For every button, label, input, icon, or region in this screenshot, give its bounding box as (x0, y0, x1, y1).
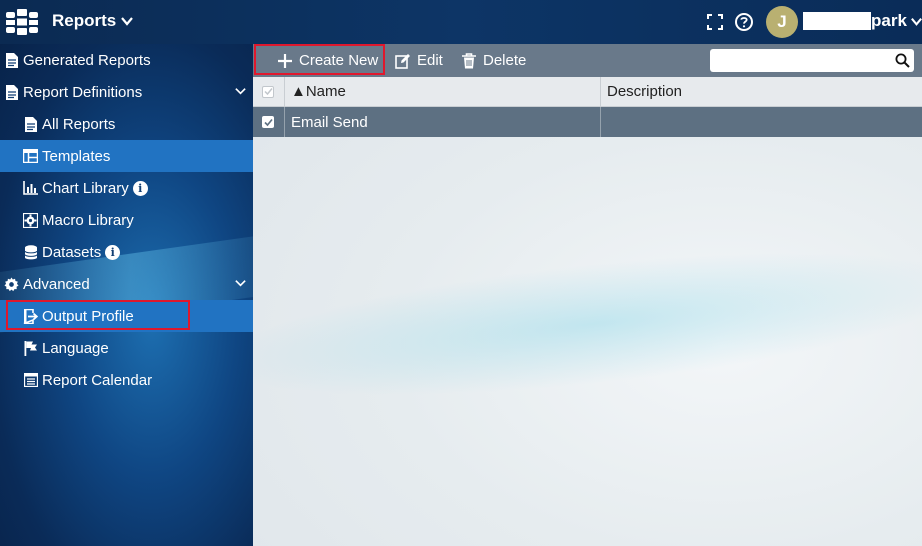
table-header: ▲Name Description (253, 77, 922, 107)
sidebar-item-label: Chart Library (42, 179, 129, 197)
redacted-username (803, 12, 871, 30)
sidebar-item-label: Macro Library (42, 211, 134, 229)
document-icon (23, 116, 38, 132)
edit-label: Edit (417, 52, 443, 69)
info-icon[interactable]: i (132, 180, 148, 196)
column-header-name[interactable]: ▲Name (291, 77, 346, 106)
search-input[interactable] (714, 51, 886, 70)
sidebar: Generated Reports Report Definitions All… (0, 44, 253, 546)
template-icon (23, 149, 38, 164)
avatar[interactable]: J (766, 6, 798, 38)
sidebar-item-chart-library[interactable]: Chart Library i (0, 172, 253, 204)
database-icon (23, 244, 38, 260)
main-content: Create New Edit Delete ▲Name Description… (253, 44, 922, 546)
sidebar-item-report-calendar[interactable]: Report Calendar (0, 364, 253, 396)
sidebar-item-report-definitions[interactable]: Report Definitions (0, 76, 253, 108)
chart-icon (23, 181, 38, 196)
app-title: Reports (52, 11, 117, 30)
chevron-down-icon[interactable] (234, 277, 247, 290)
flag-icon (23, 340, 38, 356)
sidebar-item-language[interactable]: Language (0, 332, 253, 364)
highlight-box (6, 300, 190, 330)
sidebar-item-templates[interactable]: Templates (0, 140, 253, 172)
sidebar-item-macro-library[interactable]: Macro Library (0, 204, 253, 236)
sidebar-item-label: Advanced (23, 275, 90, 293)
chevron-down-icon[interactable] (234, 85, 247, 98)
sidebar-item-label: Generated Reports (23, 51, 151, 69)
logo-icon[interactable] (6, 9, 38, 35)
select-all-checkbox[interactable] (262, 77, 274, 106)
sidebar-item-label: Language (42, 339, 109, 357)
sidebar-item-label: Report Calendar (42, 371, 153, 389)
sidebar-item-all-reports[interactable]: All Reports (0, 108, 253, 140)
trash-icon (461, 52, 477, 69)
search-box (710, 49, 914, 72)
chevron-down-icon (121, 17, 134, 26)
sidebar-item-advanced[interactable]: Advanced (0, 268, 253, 300)
info-icon[interactable]: i (105, 244, 121, 260)
username-text: park (871, 11, 907, 30)
search-icon[interactable] (895, 53, 910, 68)
sidebar-item-label: Datasets (42, 243, 102, 261)
sidebar-item-label: All Reports (42, 115, 116, 133)
document-icon (4, 52, 19, 68)
column-header-description[interactable]: Description (607, 77, 682, 106)
app-window: Reports J park Generated Reports Report … (0, 0, 922, 546)
sidebar-item-label: Report Definitions (23, 83, 143, 101)
app-menu[interactable]: Reports (52, 11, 134, 31)
highlight-box (254, 44, 385, 75)
edit-icon (395, 53, 411, 69)
sidebar-item-label: Templates (42, 147, 111, 165)
sidebar-item-generated-reports[interactable]: Generated Reports (0, 44, 253, 76)
delete-button[interactable]: Delete (461, 44, 526, 77)
table-row[interactable]: Email Send (253, 107, 922, 137)
top-bar: Reports J park (0, 0, 922, 44)
document-icon (4, 84, 19, 100)
help-icon[interactable] (734, 12, 754, 32)
chevron-down-icon (910, 17, 922, 26)
sidebar-item-datasets[interactable]: Datasets i (0, 236, 253, 268)
user-menu[interactable]: park (871, 11, 922, 31)
row-name-cell: Email Send (291, 113, 368, 131)
edit-button[interactable]: Edit (395, 44, 443, 77)
delete-label: Delete (483, 52, 527, 69)
background-decoration (253, 224, 922, 424)
calendar-icon (23, 373, 38, 388)
toolbar: Create New Edit Delete (253, 44, 922, 77)
gear-icon (23, 212, 38, 228)
fullscreen-icon[interactable] (705, 12, 725, 32)
row-checkbox[interactable] (262, 107, 274, 137)
gear-icon (4, 276, 19, 292)
